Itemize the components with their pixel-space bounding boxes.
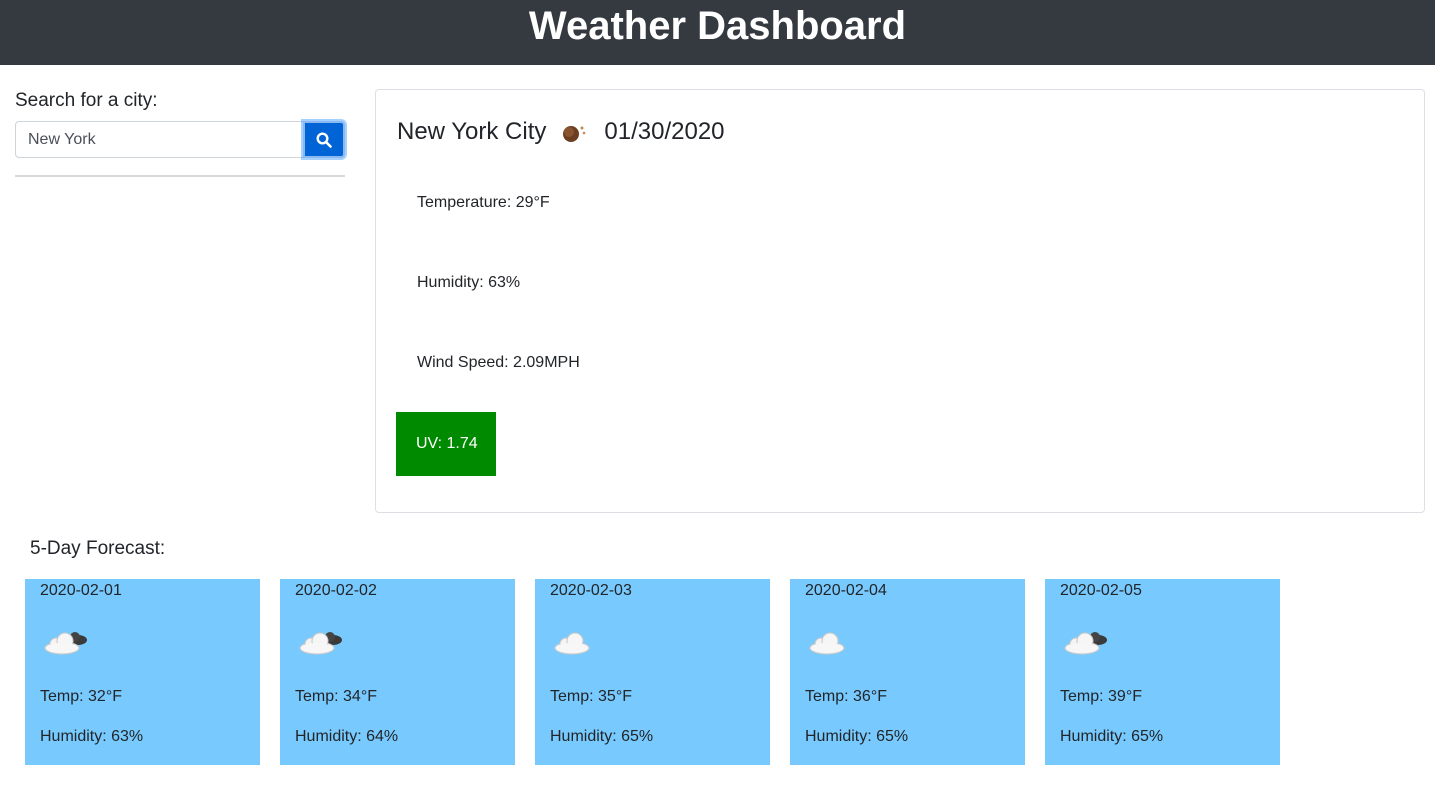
search-label: Search for a city: bbox=[15, 90, 158, 111]
forecast-humidity: Humidity: 65% bbox=[1060, 728, 1164, 745]
humidity-text: Humidity: 63% bbox=[417, 274, 521, 291]
forecast-temperature: Temp: 36°F bbox=[805, 688, 887, 705]
partly-cloudy-icon bbox=[297, 626, 345, 656]
forecast-date: 2020-02-05 bbox=[1060, 582, 1142, 599]
forecast-humidity: Humidity: 63% bbox=[40, 728, 144, 745]
forecast-card: 2020-02-02 Temp: 34°F Humidity: 64% bbox=[280, 579, 515, 765]
forecast-humidity: Humidity: 64% bbox=[295, 728, 399, 745]
forecast-date: 2020-02-02 bbox=[295, 582, 377, 599]
page-title: Weather Dashboard bbox=[528, 4, 907, 48]
partly-cloudy-icon bbox=[42, 626, 90, 656]
forecast-card: 2020-02-04 Temp: 36°F Humidity: 65% bbox=[790, 579, 1025, 765]
uv-index-badge: UV: 1.74 bbox=[396, 412, 496, 476]
forecast-date: 2020-02-04 bbox=[805, 582, 887, 599]
forecast-humidity: Humidity: 65% bbox=[805, 728, 909, 745]
forecast-date: 2020-02-03 bbox=[550, 582, 632, 599]
forecast-title: 5-Day Forecast: bbox=[30, 538, 166, 559]
temperature-text: Temperature: 29°F bbox=[417, 194, 550, 211]
city-name: New York City bbox=[397, 118, 547, 145]
current-weather-card: New York City 01/30/2020 Temperature: 29… bbox=[375, 89, 1425, 513]
current-date: 01/30/2020 bbox=[604, 118, 725, 145]
forecast-card: 2020-02-01 Temp: 32°F Humidity: 63% bbox=[25, 579, 260, 765]
forecast-date: 2020-02-01 bbox=[40, 582, 122, 599]
forecast-temperature: Temp: 39°F bbox=[1060, 688, 1142, 705]
city-search-input[interactable] bbox=[15, 121, 304, 158]
search-icon bbox=[316, 131, 332, 148]
cloud-icon bbox=[807, 626, 855, 656]
forecast-card: 2020-02-03 Temp: 35°F Humidity: 65% bbox=[535, 579, 770, 765]
forecast-temperature: Temp: 32°F bbox=[40, 688, 122, 705]
search-history-divider bbox=[15, 175, 345, 177]
rain-cloud-icon bbox=[560, 122, 588, 142]
partly-cloudy-icon bbox=[1062, 626, 1110, 656]
forecast-card: 2020-02-05 Temp: 39°F Humidity: 65% bbox=[1045, 579, 1280, 765]
forecast-humidity: Humidity: 65% bbox=[550, 728, 654, 745]
current-weather-heading: New York City 01/30/2020 bbox=[397, 118, 725, 146]
search-button[interactable] bbox=[303, 121, 345, 158]
cloud-icon bbox=[552, 626, 600, 656]
app-header: Weather Dashboard bbox=[0, 0, 1435, 65]
forecast-temperature: Temp: 34°F bbox=[295, 688, 377, 705]
wind-speed-text: Wind Speed: 2.09MPH bbox=[417, 354, 580, 371]
forecast-temperature: Temp: 35°F bbox=[550, 688, 632, 705]
